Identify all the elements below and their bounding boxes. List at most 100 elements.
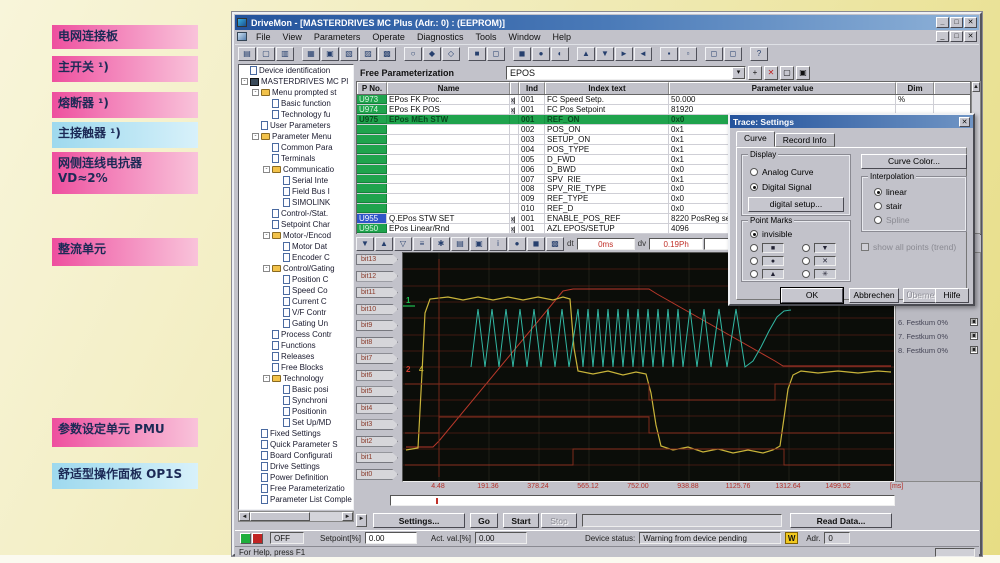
toolbar-button-icon[interactable]: ◇	[442, 47, 460, 61]
bit-lane-tag[interactable]: bit9	[356, 320, 398, 331]
close-icon[interactable]: ✕	[964, 31, 977, 42]
toolbar-button-icon[interactable]: ▦	[302, 47, 320, 61]
toolbar-button-icon[interactable]: ▲	[577, 47, 595, 61]
toolbar-button-icon[interactable]: ◐	[551, 47, 569, 61]
column-header[interactable]: Ind	[519, 82, 545, 94]
tree-item[interactable]: Free Parameterizatio	[239, 483, 353, 494]
curve-color-button[interactable]: Curve Color...	[861, 154, 967, 169]
tree-item[interactable]: Device identification	[239, 65, 353, 76]
toolbar-button-icon[interactable]: ▥	[276, 47, 294, 61]
toolbar-button-icon[interactable]: ▩	[378, 47, 396, 61]
close-icon[interactable]: ✕	[964, 17, 977, 28]
trace-toolbar-button-icon[interactable]: i	[489, 237, 507, 251]
tree-item[interactable]: Board Configurati	[239, 450, 353, 461]
bit-lane-tag[interactable]: bit12	[356, 271, 398, 282]
scroll-right-icon[interactable]: ►	[342, 512, 353, 521]
tree-item[interactable]: Fixed Settings	[239, 428, 353, 439]
toolbar-button-icon[interactable]: ▣	[321, 47, 339, 61]
invisible-radio[interactable]: invisible	[750, 229, 792, 239]
tree-expander-icon[interactable]: -	[241, 78, 248, 85]
param-name-cell[interactable]: EPos FK POS	[387, 105, 510, 114]
ok-button[interactable]: OK	[781, 288, 843, 303]
expand-value-button[interactable]: x	[510, 226, 515, 233]
toolbar-button-icon[interactable]: ◄	[634, 47, 652, 61]
tree-item[interactable]: Encoder C	[239, 252, 353, 263]
tree-item[interactable]: -Control/Gating	[239, 263, 353, 274]
param-name-cell[interactable]	[387, 155, 510, 164]
param-name-cell[interactable]	[387, 184, 510, 193]
point-mark-radio[interactable]: ▲	[750, 269, 784, 279]
point-mark-radio[interactable]: ✳	[802, 269, 836, 279]
tree-item[interactable]: V/F Contr	[239, 307, 353, 318]
param-name-cell[interactable]: EPos FK Proc.	[387, 95, 510, 104]
tree-item[interactable]: Process Contr	[239, 329, 353, 340]
tree-item[interactable]: Position C	[239, 274, 353, 285]
abbrechen-button[interactable]: Abbrechen	[849, 288, 899, 303]
off-led-button[interactable]	[252, 533, 263, 544]
toolbar-button-icon[interactable]: ▪	[660, 47, 678, 61]
param-number-cell[interactable]: U950	[357, 224, 387, 233]
tree-item[interactable]: -MASTERDRIVES MC Pl	[239, 76, 353, 87]
toolbar-button-icon[interactable]: ▨	[359, 47, 377, 61]
param-name-cell[interactable]	[387, 165, 510, 174]
trace-toolbar-button-icon[interactable]: ▽	[394, 237, 412, 251]
minimize-icon[interactable]: _	[936, 31, 949, 42]
point-mark-radio[interactable]: ●	[750, 256, 784, 266]
tree-item[interactable]: -Communicatio	[239, 164, 353, 175]
tree-expander-icon[interactable]: -	[263, 375, 270, 382]
tree-item[interactable]: Speed Co	[239, 285, 353, 296]
param-name-cell[interactable]: EPos Linear/Rnd	[387, 224, 510, 233]
tree-item[interactable]: Positionin	[239, 406, 353, 417]
trace-toolbar-button-icon[interactable]: ▼	[356, 237, 374, 251]
menu-tools[interactable]: Tools	[469, 32, 502, 42]
toolbar-button-icon[interactable]: ◻	[724, 47, 742, 61]
tree-item[interactable]: Releases	[239, 351, 353, 362]
tree-item[interactable]: Gating Un	[239, 318, 353, 329]
param-name-cell[interactable]: Q.EPos STW SET	[387, 214, 510, 223]
minimize-icon[interactable]: _	[936, 17, 949, 28]
point-mark-radio[interactable]: ✕	[802, 256, 836, 266]
menu-diagnostics[interactable]: Diagnostics	[411, 32, 470, 42]
legend-item[interactable]: 6. Festkum 0%▣	[896, 315, 980, 329]
tree-expander-icon[interactable]: -	[252, 133, 259, 140]
stop-button[interactable]: Stop	[541, 513, 577, 528]
param-number-cell[interactable]: U955	[357, 214, 387, 223]
point-mark-radio[interactable]: ▼	[802, 243, 836, 253]
tab-record-info[interactable]: Record Info	[775, 133, 835, 147]
tree-item[interactable]: -Parameter Menu	[239, 131, 353, 142]
param-number-cell[interactable]	[357, 175, 387, 184]
tree-item[interactable]: Functions	[239, 340, 353, 351]
param-name-cell[interactable]	[387, 135, 510, 144]
scroll-thumb[interactable]	[250, 512, 310, 521]
tree-item[interactable]: Technology fu	[239, 109, 353, 120]
chevron-down-icon[interactable]: ▾	[732, 67, 745, 79]
tree-item[interactable]: Common Para	[239, 142, 353, 153]
bit-lane-tag[interactable]: bit5	[356, 386, 398, 397]
checkbox-icon[interactable]: ▣	[970, 332, 978, 340]
param-number-cell[interactable]	[357, 165, 387, 174]
trace-toolbar-button-icon[interactable]: ◼	[527, 237, 545, 251]
bit-lane-tag[interactable]: bit13	[356, 254, 398, 265]
param-name-cell[interactable]	[387, 145, 510, 154]
menu-parameters[interactable]: Parameters	[308, 32, 367, 42]
trace-toolbar-button-icon[interactable]: ≡	[413, 237, 431, 251]
param-name-cell[interactable]	[387, 204, 510, 213]
delete-parameter-button[interactable]: ✕	[764, 66, 778, 80]
bit-lane-tag[interactable]: bit4	[356, 403, 398, 414]
expand-value-button[interactable]: x	[510, 107, 515, 114]
trace-toolbar-button-icon[interactable]: ✱	[432, 237, 450, 251]
tree-item[interactable]: Motor Dat	[239, 241, 353, 252]
interp-radio-spline[interactable]: Spline	[874, 215, 910, 225]
hilfe-button[interactable]: Hilfe	[935, 288, 969, 303]
toolbar-button-icon[interactable]: ▤	[238, 47, 256, 61]
toolbar-button-icon[interactable]: ○	[404, 47, 422, 61]
scroll-left-icon[interactable]: ◄	[239, 512, 250, 521]
go-button[interactable]: Go	[470, 513, 498, 528]
maximize-icon[interactable]: □	[950, 17, 963, 28]
bit-lane-tag[interactable]: bit2	[356, 436, 398, 447]
tree-item[interactable]: SIMOLINK	[239, 197, 353, 208]
column-header[interactable]: Name	[387, 82, 510, 94]
param-number-cell[interactable]: U973	[357, 95, 387, 104]
param-name-cell[interactable]: EPos MEh STW	[387, 115, 510, 124]
tree-item[interactable]: Set Up/MD	[239, 417, 353, 428]
